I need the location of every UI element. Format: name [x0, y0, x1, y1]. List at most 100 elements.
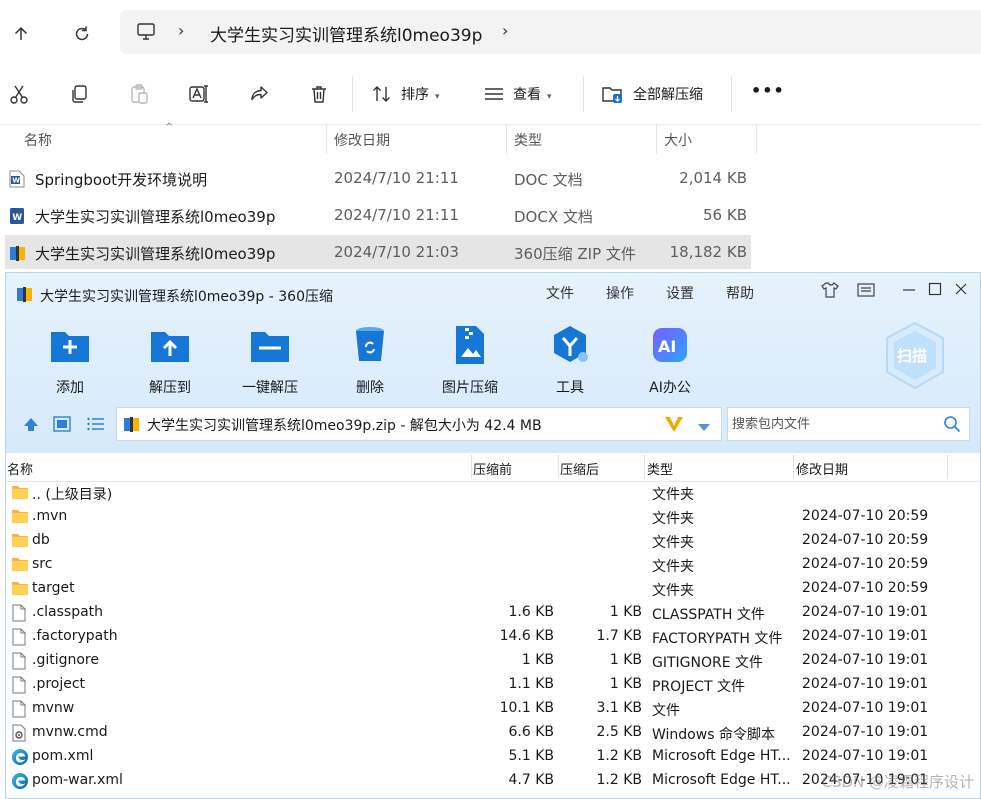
menu-settings[interactable]: 设置 — [666, 283, 694, 303]
menu-help[interactable]: 帮助 — [726, 283, 754, 303]
size-before: 14.6 KB — [499, 628, 554, 644]
size-after: 3.1 KB — [596, 700, 643, 716]
file-name: 大学生实习实训管理系统l0meo39p — [35, 245, 276, 263]
thumbnail-view-icon[interactable] — [52, 415, 72, 437]
menu-operate[interactable]: 操作 — [606, 283, 634, 303]
menu-file[interactable]: 文件 — [546, 283, 574, 303]
extract-to-button[interactable]: 解压到 — [130, 323, 210, 397]
sort-icon[interactable] — [370, 82, 394, 106]
edge-browser-icon — [11, 748, 29, 770]
archive-row[interactable]: target 文件夹 2024-07-10 20:59 — [6, 577, 980, 601]
archive-row[interactable]: .project 1.1 KB 1 KB PROJECT 文件 2024-07-10 1… — [6, 673, 980, 697]
file-modified: 2024/7/10 21:11 — [334, 169, 459, 187]
breadcrumb-folder[interactable]: 大学生实习实训管理系统l0meo39p — [210, 21, 482, 46]
entry-type: FACTORYPATH 文件 — [652, 631, 783, 647]
entry-modified: 2024-07-10 19:01 — [802, 652, 929, 668]
entry-name: .factorypath — [32, 628, 118, 644]
size-before: 1.6 KB — [508, 604, 555, 620]
list-view-icon[interactable] — [86, 415, 106, 437]
tools-button[interactable]: 工具 — [530, 323, 610, 397]
entry-type: Microsoft Edge HT... — [652, 748, 791, 764]
image-compress-button[interactable]: 图片压缩 — [430, 323, 510, 397]
up-level-icon[interactable] — [22, 415, 40, 437]
svg-text:W: W — [12, 177, 20, 185]
ai-office-button[interactable]: AI AI办公 — [630, 323, 710, 397]
feedback-icon[interactable] — [856, 281, 876, 303]
entry-name: pom.xml — [32, 748, 94, 764]
skin-icon[interactable] — [820, 281, 840, 303]
column-type[interactable]: 类型 — [514, 130, 542, 150]
sort-button[interactable]: 排序 ▾ — [401, 84, 440, 104]
column-divider — [471, 455, 472, 479]
column-name[interactable]: 名称 — [24, 130, 52, 150]
chevron-right-icon[interactable]: › — [502, 21, 508, 40]
column-before[interactable]: 压缩前 — [473, 459, 512, 478]
archive-row[interactable]: db 文件夹 2024-07-10 20:59 — [6, 529, 980, 553]
file-row-selected[interactable]: 大学生实习实训管理系统l0meo39p 2024/7/10 21:03 360压… — [5, 235, 751, 269]
column-size[interactable]: 大小 — [664, 130, 692, 150]
maximize-icon[interactable] — [928, 281, 942, 301]
column-name[interactable]: 名称 — [7, 459, 33, 478]
copy-icon[interactable] — [67, 82, 91, 106]
archive-row[interactable]: .factorypath 14.6 KB 1.7 KB FACTORYPATH 文件 2… — [6, 625, 980, 649]
column-divider — [506, 124, 507, 154]
add-button[interactable]: 添加 — [30, 323, 110, 397]
view-icon[interactable] — [482, 82, 506, 106]
archive-row[interactable]: src 文件夹 2024-07-10 20:59 — [6, 553, 980, 577]
one-click-extract-button[interactable]: 一键解压 — [230, 323, 310, 397]
chevron-right-icon[interactable]: › — [178, 21, 184, 40]
archive-row[interactable]: .classpath 1.6 KB 1 KB CLASSPATH 文件 2024-07-… — [6, 601, 980, 625]
up-arrow-icon[interactable] — [7, 20, 35, 48]
archive-row[interactable]: .mvn 文件夹 2024-07-10 20:59 — [6, 505, 980, 529]
toolbar-separator — [352, 76, 353, 112]
file-row[interactable]: W 大学生实习实训管理系统l0meo39p 2024/7/10 21:11 DO… — [5, 198, 751, 232]
cmd-script-icon — [11, 724, 27, 746]
vip-icon[interactable] — [663, 414, 685, 438]
scan-button[interactable]: 扫描 — [884, 321, 946, 391]
column-modified[interactable]: 修改日期 — [334, 130, 390, 150]
entry-name: .. (上级目录) — [32, 487, 113, 503]
zip-window-title: 大学生实习实训管理系统l0meo39p - 360压缩 — [40, 289, 333, 305]
column-after[interactable]: 压缩后 — [560, 459, 599, 478]
entry-name: .gitignore — [32, 652, 99, 668]
column-type[interactable]: 类型 — [647, 459, 673, 478]
extract-folder-icon — [148, 323, 192, 367]
search-icon[interactable] — [943, 415, 961, 437]
entry-modified: 2024-07-10 20:59 — [802, 532, 929, 548]
parent-directory-row[interactable]: .. (上级目录) 文件夹 — [6, 481, 980, 505]
delete-button[interactable]: 删除 — [330, 323, 410, 397]
file-type: DOCX 文档 — [514, 208, 593, 226]
address-bar[interactable]: › 大学生实习实训管理系统l0meo39p › — [120, 10, 981, 54]
entry-type: CLASSPATH 文件 — [652, 607, 765, 623]
word-doc-icon: W — [9, 170, 25, 192]
minimize-icon[interactable] — [902, 281, 916, 301]
archive-row[interactable]: pom.xml 5.1 KB 1.2 KB Microsoft Edge HT... 2… — [6, 745, 980, 770]
share-icon[interactable] — [247, 82, 271, 106]
search-input[interactable] — [732, 414, 932, 434]
zip-archive-icon — [9, 244, 27, 266]
archive-row[interactable]: mvnw.cmd 6.6 KB 2.5 KB Windows 命令脚本 2024-07-… — [6, 721, 980, 746]
extract-all-button[interactable]: 全部解压缩 — [633, 84, 703, 104]
file-row[interactable]: W Springboot开发环境说明 2024/7/10 21:11 DOC 文… — [5, 161, 751, 195]
archive-row[interactable]: mvnw 10.1 KB 3.1 KB 文件 2024-07-10 19:01 — [6, 697, 980, 721]
word-docx-icon: W — [9, 207, 25, 229]
archive-row[interactable]: .gitignore 1 KB 1 KB GITIGNORE 文件 2024-07-10… — [6, 649, 980, 673]
recycle-bin-icon — [348, 323, 392, 367]
add-folder-icon — [48, 323, 92, 367]
delete-icon[interactable] — [307, 82, 331, 106]
archive-path-field[interactable]: 大学生实习实训管理系统l0meo39p.zip - 解包大小为 42.4 MB — [116, 407, 722, 441]
entry-type: 文件夹 — [652, 487, 694, 503]
chevron-down-icon: ▾ — [435, 92, 440, 102]
column-divider — [326, 124, 327, 154]
chevron-down-icon[interactable] — [697, 418, 711, 437]
cut-icon[interactable] — [7, 82, 31, 106]
refresh-icon[interactable] — [68, 20, 96, 48]
more-options-button[interactable]: ••• — [751, 81, 785, 100]
rename-icon[interactable] — [187, 82, 211, 106]
column-modified[interactable]: 修改日期 — [796, 459, 848, 478]
extract-all-icon[interactable] — [601, 82, 625, 106]
close-icon[interactable] — [954, 281, 968, 301]
paste-icon[interactable] — [127, 82, 151, 106]
file-size: 56 KB — [703, 206, 747, 224]
view-button[interactable]: 查看 ▾ — [513, 84, 552, 104]
